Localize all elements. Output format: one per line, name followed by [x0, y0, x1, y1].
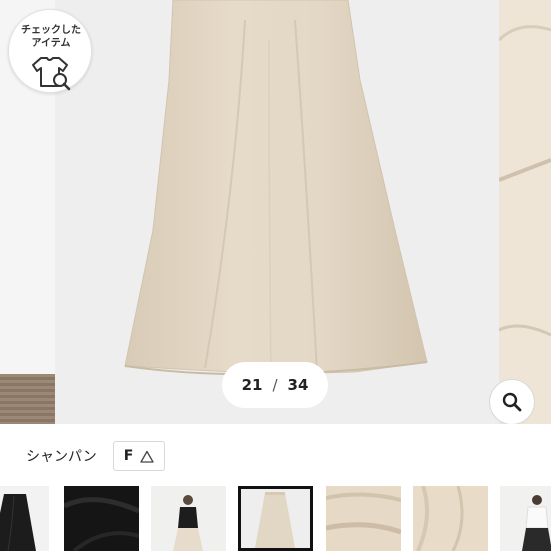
checked-items-button[interactable]: チェックした アイテム — [8, 9, 92, 93]
counter-separator: / — [272, 376, 278, 394]
total-image-count: 34 — [287, 376, 309, 394]
floor-photo — [0, 374, 55, 424]
thumbnail-black-fabric[interactable] — [64, 486, 139, 551]
product-main-image[interactable] — [55, 0, 499, 424]
thumbnail-champagne-skirt[interactable] — [238, 486, 313, 551]
size-label: F — [123, 448, 134, 464]
product-gallery-screen: チェックした アイテム 21 / 34 シャンパン F — [0, 0, 551, 551]
skirt-photo — [124, 0, 428, 376]
checked-items-label: チェックした アイテム — [21, 25, 81, 49]
variant-selector: シャンパン F — [26, 440, 166, 472]
next-image-peek[interactable] — [497, 0, 551, 424]
thumbnail-black-skirt-flat[interactable] — [0, 486, 49, 551]
thumbnail-model-white-top[interactable] — [500, 486, 551, 551]
current-image-number: 21 — [241, 376, 263, 394]
size-option-button[interactable]: F — [112, 441, 166, 471]
image-counter: 21 / 34 — [222, 362, 328, 408]
color-name: シャンパン — [26, 449, 97, 465]
zoom-button[interactable] — [489, 379, 535, 424]
thumbnail-fabric-closeup-2[interactable] — [413, 486, 488, 551]
image-carousel[interactable]: チェックした アイテム 21 / 34 — [0, 0, 551, 424]
thumbnail-fabric-closeup-1[interactable] — [326, 486, 401, 551]
thumbnail-strip — [0, 486, 551, 551]
magnifier-icon — [502, 392, 522, 412]
triangle-icon — [140, 450, 154, 463]
tshirt-search-icon — [32, 57, 71, 91]
thumbnail-model-black-top[interactable] — [151, 486, 226, 551]
fabric-closeup-photo — [497, 0, 551, 424]
